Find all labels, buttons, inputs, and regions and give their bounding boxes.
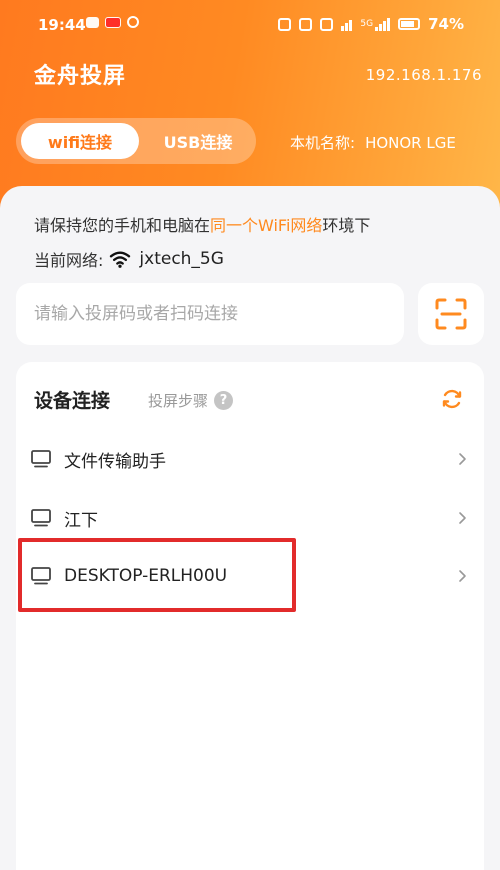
notice-suffix: 环境下 [322,216,371,235]
wifi-signal-icon [341,18,353,31]
device-name-value: HONOR LGE [365,134,456,152]
device-name-label: 本机名称: [290,134,356,152]
cast-steps-link[interactable]: 投屏步骤 ? [148,390,234,411]
status-bar: 19:44 5G 74% [0,0,500,50]
computer-icon [31,509,51,527]
device-item-label: 文件传输助手 [64,451,166,472]
cast-code-input[interactable] [16,283,404,345]
app-title: 金舟投屏 [34,64,127,89]
chevron-right-icon [459,570,466,582]
main-panel: 请保持您的手机和电脑在同一个WiFi网络环境下 当前网络: jxtech_5G … [0,186,500,870]
ip-address: 192.168.1.176 [365,66,482,84]
scan-button[interactable] [418,283,484,345]
cellular-signal-icon [375,17,391,31]
device-connection-card: 设备连接 投屏步骤 ? 文件传输助手 江下 DESKTOP-ERLH00U [16,362,484,870]
notice-prefix: 请保持您的手机和电脑在 [34,216,211,235]
tab-usb-connect[interactable]: USB连接 [144,123,252,159]
connection-mode-toggle: wifi连接 USB连接 [16,118,256,164]
current-network: 当前网络: jxtech_5G [34,247,224,271]
chevron-right-icon [459,512,466,524]
signal-type-label: 5G [360,19,374,29]
search-notification-icon [127,16,139,28]
notice-highlight: 同一个WiFi网络 [210,216,323,235]
scan-icon [435,298,467,330]
chevron-right-icon [459,453,466,465]
nfc-icon [278,17,292,31]
section-title: 设备连接 [34,390,111,412]
status-time: 19:44 [38,16,86,34]
app-notification-icon [105,16,121,28]
tab-wifi-connect[interactable]: wifi连接 [21,123,139,159]
network-notice: 请保持您的手机和电脑在同一个WiFi网络环境下 [34,212,370,236]
device-item-label: 江下 [64,510,98,531]
device-item-jiangxia[interactable]: 江下 [16,493,484,543]
alarm-icon [299,17,313,31]
help-icon: ? [214,391,234,410]
refresh-icon[interactable] [440,387,464,411]
status-notification-icons [86,16,139,28]
device-name: 本机名称: HONOR LGE [290,132,500,153]
status-system-icons: 5G 74% [278,15,464,33]
battery-icon [398,18,421,30]
steps-label: 投屏步骤 [148,392,209,410]
computer-icon [31,450,51,468]
heart-notification-icon [86,16,99,28]
annotation-highlight-box [18,538,296,612]
wifi-icon [110,251,131,268]
network-label: 当前网络: [34,251,104,270]
vibrate-icon [320,17,334,31]
battery-percent: 74% [428,15,464,33]
network-ssid: jxtech_5G [139,249,224,269]
device-item-file-transfer[interactable]: 文件传输助手 [16,434,484,484]
